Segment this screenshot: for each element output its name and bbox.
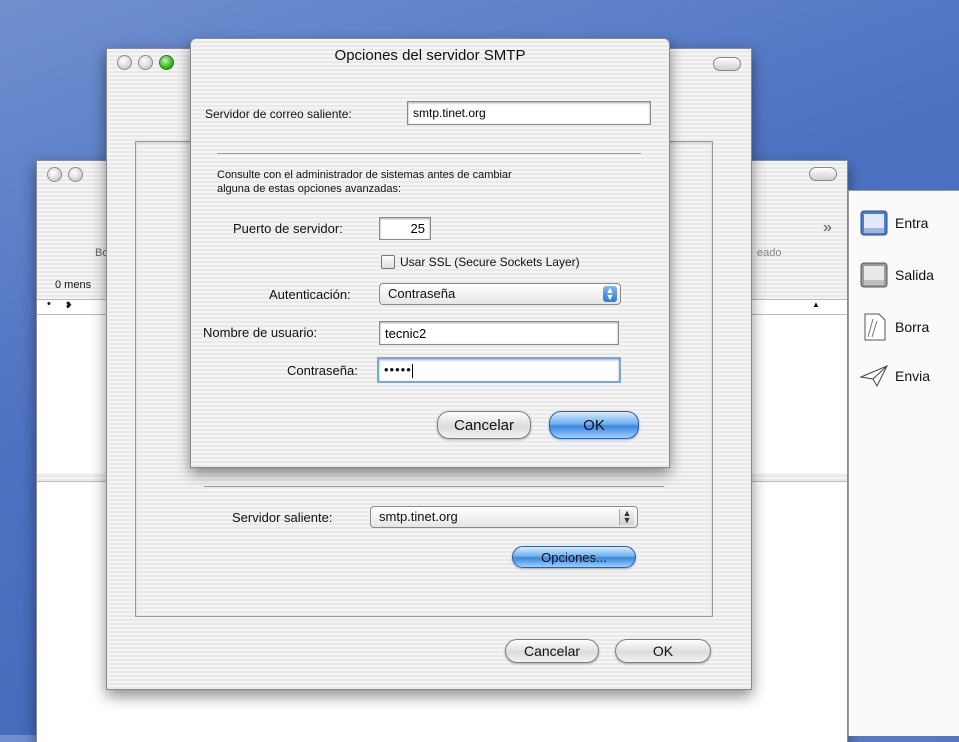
smtp-server-field[interactable] bbox=[407, 101, 651, 125]
smtp-server-label: Servidor de correo saliente: bbox=[205, 107, 352, 121]
outbox-tray-icon bbox=[860, 262, 888, 288]
mailbox-label-drafts: Borra bbox=[895, 319, 930, 335]
toolbar-overflow-chevron-icon[interactable]: » bbox=[823, 219, 832, 237]
mailbox-item-inbox[interactable]: Entra bbox=[859, 209, 928, 237]
outgoing-server-label: Servidor saliente: bbox=[232, 510, 333, 525]
message-count-label: 0 mens bbox=[55, 279, 92, 291]
toolbar-toggle-button[interactable] bbox=[809, 167, 837, 181]
prefs-window-traffic-lights bbox=[117, 55, 174, 70]
status-dot-icon[interactable]: • bbox=[47, 298, 51, 310]
prefs-ok-button[interactable]: OK bbox=[615, 639, 711, 663]
mailbox-label-outbox: Salida bbox=[895, 267, 934, 283]
ssl-checkbox-label: Usar SSL (Secure Sockets Layer) bbox=[400, 255, 580, 269]
settings-separator bbox=[204, 486, 664, 490]
advice-text-line1: Consulte con el administrador de sistema… bbox=[217, 169, 512, 181]
popup-arrows-icon: ▲ ▼ bbox=[603, 286, 617, 302]
paper-plane-icon bbox=[859, 365, 889, 388]
auth-label: Autenticación: bbox=[269, 287, 351, 302]
popup-arrows-icon: ▲ ▼ bbox=[619, 509, 634, 525]
username-field[interactable] bbox=[379, 321, 619, 345]
comment-bubble-icon[interactable]: ❥ bbox=[65, 300, 73, 311]
server-port-label: Puerto de servidor: bbox=[233, 221, 343, 236]
prefs-cancel-button[interactable]: Cancelar bbox=[505, 639, 599, 663]
toolbar-item-partial-right[interactable]: eado bbox=[757, 247, 781, 259]
dialog-separator bbox=[217, 153, 641, 157]
server-port-field[interactable] bbox=[379, 217, 431, 240]
drafts-page-icon bbox=[864, 313, 886, 341]
close-window-icon[interactable] bbox=[117, 55, 132, 70]
password-value: ••••• bbox=[384, 362, 412, 377]
dialog-title: Opciones del servidor SMTP bbox=[334, 47, 526, 64]
password-label: Contraseña: bbox=[287, 363, 358, 378]
mailbox-label-sent: Envia bbox=[895, 368, 931, 384]
outgoing-server-popup[interactable]: smtp.tinet.org ▲ ▼ bbox=[370, 506, 638, 528]
outgoing-server-value: smtp.tinet.org bbox=[379, 509, 458, 524]
sort-ascending-icon[interactable]: ▲ bbox=[812, 300, 820, 309]
smtp-options-button[interactable]: Opciones... bbox=[512, 546, 636, 568]
ssl-checkbox[interactable] bbox=[381, 255, 395, 269]
auth-popup[interactable]: Contraseña ▲ ▼ bbox=[379, 283, 621, 305]
toolbar-toggle-button[interactable] bbox=[713, 57, 741, 71]
dialog-cancel-button[interactable]: Cancelar bbox=[437, 411, 531, 439]
username-label: Nombre de usuario: bbox=[203, 325, 318, 340]
mailbox-item-drafts[interactable]: Borra bbox=[859, 311, 929, 343]
password-field[interactable]: ••••• bbox=[377, 357, 621, 383]
dialog-ok-button[interactable]: OK bbox=[549, 411, 639, 439]
inbox-tray-icon bbox=[860, 210, 888, 236]
zoom-window-icon[interactable] bbox=[159, 55, 174, 70]
advice-text-line2: alguna de estas opciones avanzadas: bbox=[217, 183, 402, 195]
smtp-options-dialog: Opciones del servidor SMTP Servidor de c… bbox=[190, 38, 670, 468]
text-cursor bbox=[411, 363, 413, 378]
mailbox-item-outbox[interactable]: Salida bbox=[859, 261, 934, 289]
mailbox-item-sent[interactable]: Envia bbox=[859, 363, 930, 389]
minimize-window-icon[interactable] bbox=[68, 167, 83, 182]
auth-value: Contraseña bbox=[388, 286, 456, 301]
ssl-checkbox-row[interactable]: Usar SSL (Secure Sockets Layer) bbox=[381, 255, 580, 269]
mailbox-drawer: Entra Salida Borra Envia bbox=[848, 190, 959, 736]
mail-window-traffic-lights bbox=[47, 167, 83, 182]
mailbox-label-inbox: Entra bbox=[895, 215, 929, 231]
close-window-icon[interactable] bbox=[47, 167, 62, 182]
minimize-window-icon[interactable] bbox=[138, 55, 153, 70]
